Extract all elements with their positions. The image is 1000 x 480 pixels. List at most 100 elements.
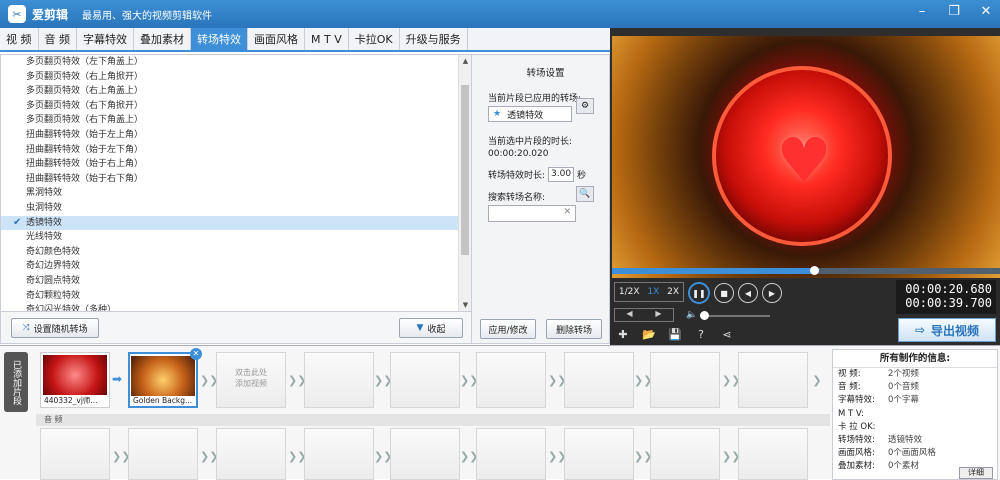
open-folder-icon[interactable]: 📂 <box>642 328 656 342</box>
transition-item-label: 奇幻颗粒特效 <box>26 290 81 301</box>
settings-title: 转场设置 <box>526 68 565 79</box>
volume-control: 🔈 <box>686 310 776 322</box>
transition-item[interactable]: 多页翻页特效（右上角掀开） <box>1 70 459 85</box>
pause-button[interactable]: ❚❚ <box>688 282 710 304</box>
transition-item-selected[interactable]: ✔ 透镜特效 <box>1 215 459 231</box>
tab-subtitle-effects[interactable]: 字幕特效 <box>77 28 134 50</box>
effect-duration-input[interactable]: 3.00 <box>548 167 575 182</box>
tab-transition-effects[interactable]: 转场特效 <box>191 28 248 50</box>
random-transition-label: 设置随机转场 <box>33 324 88 335</box>
playback-progress-bar[interactable] <box>612 266 1000 275</box>
transition-item[interactable]: 扭曲翻转特效（始于右上角） <box>1 157 459 172</box>
frame-step-controls: ◀ ▶ <box>614 308 674 322</box>
transition-item[interactable]: 扭曲翻转特效（始于右下角） <box>1 172 459 187</box>
tab-karaoke[interactable]: 卡拉OK <box>349 28 400 50</box>
close-icon[interactable]: ✕ <box>978 4 994 20</box>
info-key: 音 频: <box>838 382 861 393</box>
tab-mtv[interactable]: M T V <box>305 28 349 50</box>
speed-1x[interactable]: 1X <box>647 287 659 297</box>
scroll-up-icon[interactable]: ▲ <box>459 55 472 67</box>
transition-item[interactable]: 扭曲翻转特效（始于左下角） <box>1 143 459 158</box>
stop-button[interactable]: ■ <box>714 283 734 303</box>
empty-slot[interactable] <box>476 352 546 408</box>
transition-item[interactable]: 奇幻闪光特效（多种） <box>1 303 459 311</box>
volume-knob[interactable] <box>700 311 709 320</box>
random-transition-button[interactable]: ⤨ 设置随机转场 <box>11 318 99 338</box>
tab-overlay-materials[interactable]: 叠加素材 <box>134 28 191 50</box>
minimize-icon[interactable]: – <box>914 4 930 20</box>
delete-transition-button[interactable]: 删除转场 <box>546 319 602 339</box>
tab-picture-style[interactable]: 画面风格 <box>248 28 305 50</box>
current-time: 00:00:20.680 <box>905 282 992 296</box>
restore-icon[interactable]: ❐ <box>946 4 962 20</box>
audio-slot[interactable] <box>564 428 634 480</box>
transition-item[interactable]: 奇幻圆点特效 <box>1 274 459 289</box>
speed-2x[interactable]: 2X <box>667 287 679 297</box>
help-icon[interactable]: ? <box>694 328 708 342</box>
audio-slot[interactable] <box>216 428 286 480</box>
transition-item[interactable]: 奇幻边界特效 <box>1 259 459 274</box>
scroll-thumb[interactable] <box>461 85 469 255</box>
tab-video[interactable]: 视 频 <box>0 28 39 50</box>
clip-item[interactable]: 440332_vj师... <box>40 352 110 408</box>
transition-item[interactable]: 多页翻页特效（左下角盖上） <box>1 55 459 70</box>
video-preview[interactable]: ♥ <box>612 36 1000 286</box>
volume-slider[interactable] <box>700 315 770 317</box>
chevron-right-icon: ❯❯ <box>634 450 653 463</box>
audio-slot[interactable] <box>128 428 198 480</box>
clear-icon[interactable]: ✕ <box>563 207 571 217</box>
chevron-right-icon: ❯❯ <box>460 374 479 387</box>
collapse-button[interactable]: ▼ 收起 <box>399 318 463 338</box>
new-project-icon[interactable]: ✚ <box>616 328 630 342</box>
audio-slot[interactable] <box>650 428 720 480</box>
transition-settings-icon[interactable]: ⚙ <box>576 98 594 114</box>
empty-slot[interactable] <box>390 352 460 408</box>
transition-item[interactable]: 光线特效 <box>1 230 459 245</box>
empty-slot[interactable] <box>738 352 808 408</box>
share-icon[interactable]: ⋖ <box>720 328 734 342</box>
search-transition-input[interactable]: ✕ <box>488 205 576 222</box>
progress-knob[interactable] <box>809 266 819 275</box>
transition-item[interactable]: 扭曲翻转特效（始于左上角） <box>1 128 459 143</box>
empty-slot[interactable] <box>304 352 374 408</box>
next-button[interactable]: ▶ <box>762 283 782 303</box>
heart-icon: ♥ <box>776 124 832 197</box>
app-title: 爱剪辑 <box>32 7 69 22</box>
add-video-slot[interactable]: 双击此处 添加视频 <box>216 352 286 408</box>
transition-list-scrollbar[interactable]: ▲ ▼ <box>458 55 471 311</box>
audio-slot[interactable] <box>476 428 546 480</box>
transition-item-label: 多页翻页特效（右上角掀开） <box>26 71 144 82</box>
audio-slot[interactable] <box>390 428 460 480</box>
transition-item[interactable]: 多页翻页特效（右下角盖上） <box>1 113 459 128</box>
search-icon[interactable]: 🔍 <box>576 186 594 202</box>
tab-audio[interactable]: 音 频 <box>39 28 77 50</box>
mute-icon[interactable]: 🔈 <box>686 310 697 320</box>
clip-item-selected[interactable]: Golden Backg... ✕ <box>128 348 202 408</box>
audio-slot[interactable] <box>40 428 110 480</box>
save-icon[interactable]: 💾 <box>668 328 682 342</box>
tab-upgrade-service[interactable]: 升级与服务 <box>400 28 468 50</box>
previous-button[interactable]: ◀ <box>738 283 758 303</box>
empty-slot[interactable] <box>650 352 720 408</box>
transition-item[interactable]: 多页翻页特效（右下角掀开） <box>1 99 459 114</box>
audio-slot[interactable] <box>304 428 374 480</box>
transition-item[interactable]: 虫洞特效 <box>1 201 459 216</box>
empty-slot[interactable] <box>564 352 634 408</box>
timeline-panel: 已添加片段 440332_vj师... ➡ Golden Backg... ✕ … <box>0 345 1000 480</box>
scroll-down-icon[interactable]: ▼ <box>459 299 472 311</box>
speed-half[interactable]: 1/2X <box>619 287 640 297</box>
info-key: M T V: <box>838 408 864 419</box>
frame-forward-icon[interactable]: ▶ <box>655 309 661 321</box>
export-video-button[interactable]: ⇨ 导出视频 <box>898 318 996 342</box>
remove-clip-icon[interactable]: ✕ <box>190 348 202 360</box>
transition-item[interactable]: 奇幻颜色特效 <box>1 245 459 260</box>
apply-transition-button[interactable]: 应用/修改 <box>480 319 536 339</box>
transition-item[interactable]: 奇幻颗粒特效 <box>1 289 459 304</box>
transition-item[interactable]: 黑洞特效 <box>1 186 459 201</box>
transition-item[interactable]: 多页翻页特效（右上角盖上） <box>1 84 459 99</box>
audio-slot[interactable] <box>738 428 808 480</box>
chevron-right-icon: ❯❯ <box>460 450 479 463</box>
frame-back-icon[interactable]: ◀ <box>626 309 632 321</box>
transition-item-label: 奇幻闪光特效（多种） <box>26 305 117 311</box>
detail-button[interactable]: 详细 <box>959 467 993 479</box>
